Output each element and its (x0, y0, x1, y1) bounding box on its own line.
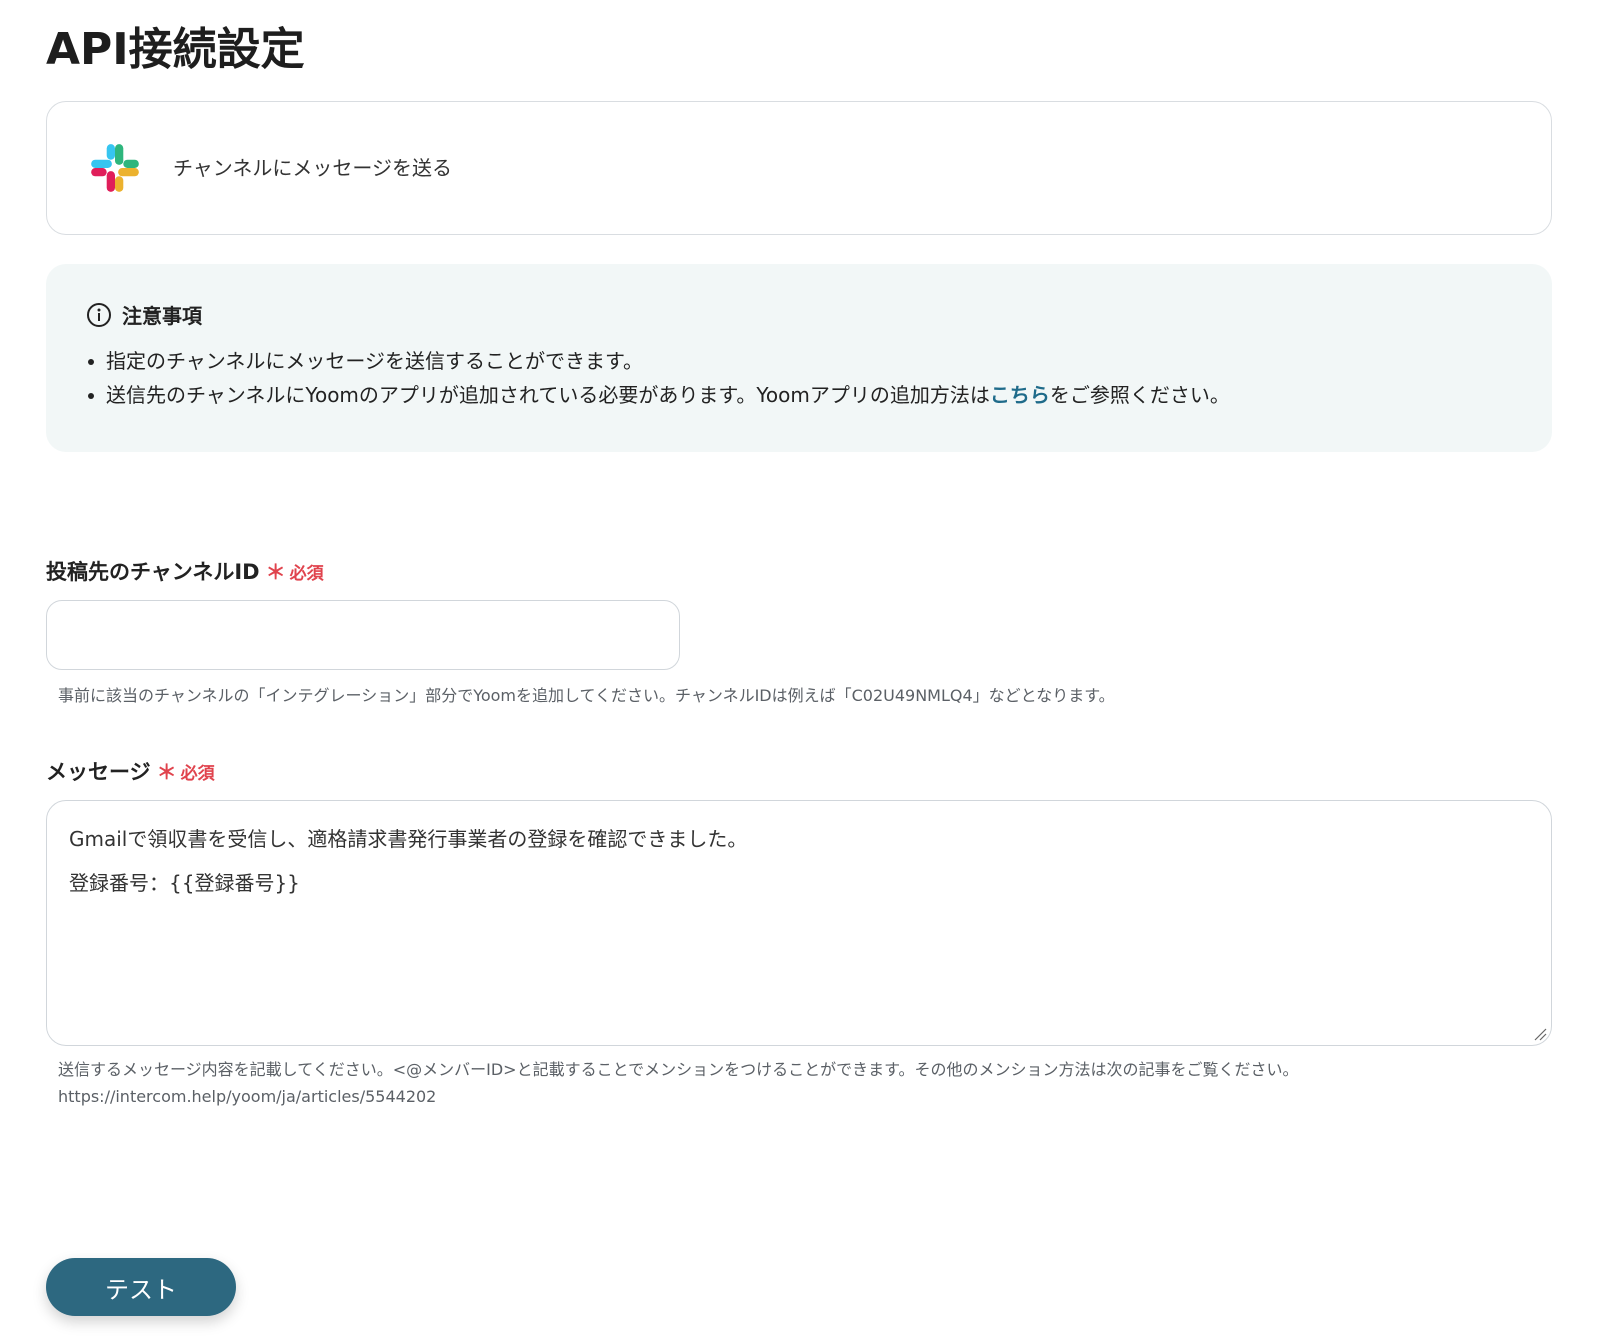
notice-list: 指定のチャンネルにメッセージを送信することができます。 送信先のチャンネルにYo… (86, 344, 1230, 412)
action-card: チャンネルにメッセージを送る (46, 101, 1552, 235)
channel-id-input[interactable] (46, 600, 680, 670)
notice-item: 送信先のチャンネルにYoomのアプリが追加されている必要があります。Yoomアプ… (86, 378, 1230, 412)
help-link[interactable]: こちら (990, 383, 1050, 407)
notice-header: 注意事項 (86, 300, 202, 329)
page-title: API接続設定 (46, 24, 305, 75)
info-icon (87, 302, 111, 327)
message-help: 送信するメッセージ内容を記載してください。<@メンバーID>と記載することでメン… (58, 1060, 1299, 1106)
channel-id-help: 事前に該当のチャンネルの「インテグレーション」部分でYoomを追加してください。… (58, 686, 1115, 705)
notice-item: 指定のチャンネルにメッセージを送信することができます。 (86, 344, 1230, 378)
message-content[interactable]: Gmailで領収書を受信し、適格請求書発行事業者の登録を確認できました。 登録番… (69, 817, 747, 905)
notice-box: 注意事項 指定のチャンネルにメッセージを送信することができます。 送信先のチャン… (46, 264, 1552, 452)
resize-handle-icon[interactable] (1533, 1027, 1547, 1041)
action-title: チャンネルにメッセージを送る (173, 156, 452, 180)
required-badge: ＊必須 (265, 560, 324, 584)
test-button[interactable]: テスト (46, 1258, 236, 1316)
message-label: メッセージ ＊必須 (46, 756, 215, 786)
channel-id-label: 投稿先のチャンネルID ＊必須 (46, 556, 324, 586)
required-badge: ＊必須 (156, 760, 215, 784)
notice-title: 注意事項 (122, 304, 202, 328)
help-article-url: https://intercom.help/yoom/ja/articles/5… (58, 1087, 437, 1106)
message-textarea[interactable]: Gmailで領収書を受信し、適格請求書発行事業者の登録を確認できました。 登録番… (46, 800, 1552, 1046)
slack-icon (91, 144, 139, 192)
